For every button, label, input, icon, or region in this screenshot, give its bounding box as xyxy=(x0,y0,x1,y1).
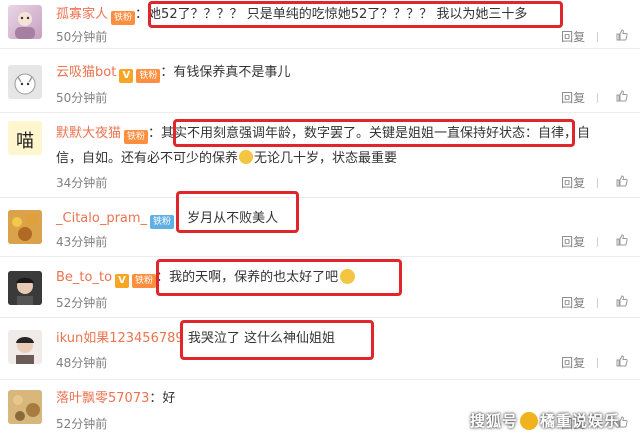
timestamp: 48分钟前 xyxy=(56,356,108,370)
fan-badge: 铁粉 xyxy=(136,69,161,83)
username[interactable]: 落叶飘零57073 xyxy=(56,391,149,406)
username[interactable]: Be_to_to xyxy=(56,270,112,285)
avatar[interactable] xyxy=(8,210,42,244)
like-icon[interactable] xyxy=(616,175,628,190)
comment-text-line3: 无论几十岁，状态最重要 xyxy=(254,151,398,166)
comment-text: 我哭泣了 这什么神仙姐姐 xyxy=(187,331,335,346)
comment-text: 其实不用刻意强调年龄，数字罢了。关键是姐姐一直保持好状态：自律，自 xyxy=(161,126,591,141)
avatar-image xyxy=(15,12,35,39)
comment-text: 她52了？？？？ 只是单纯的吃惊她52了？？？？ 我以为她三十多 xyxy=(148,7,528,22)
watermark-left: 搜狐号 xyxy=(469,412,518,430)
reply-link[interactable]: 回复 xyxy=(561,91,585,105)
colon: ： xyxy=(135,7,149,22)
avatar[interactable] xyxy=(8,5,42,39)
like-icon[interactable] xyxy=(616,295,628,310)
reply-link[interactable]: 回复 xyxy=(561,235,585,249)
avatar[interactable]: 喵 xyxy=(8,121,42,155)
colon: ： xyxy=(156,270,170,285)
avatar-image xyxy=(8,330,42,364)
like-icon[interactable] xyxy=(616,90,628,105)
avatar-image: 喵 xyxy=(8,121,42,155)
username[interactable]: 默默大夜猫 xyxy=(56,126,121,141)
avatar[interactable] xyxy=(8,65,42,99)
like-icon[interactable] xyxy=(616,355,628,370)
divider xyxy=(597,32,599,42)
timestamp: 50分钟前 xyxy=(56,91,108,105)
avatar-image xyxy=(8,271,42,305)
verified-badge: V xyxy=(119,69,134,83)
fan-badge: 铁粉 xyxy=(111,11,136,25)
divider xyxy=(597,178,599,188)
reply-link[interactable]: 回复 xyxy=(561,356,585,370)
colon: ： xyxy=(148,126,162,141)
avatar-image xyxy=(8,210,42,244)
avatar[interactable] xyxy=(8,330,42,364)
comment-item: 喵 默默大夜猫 铁粉 ：其实不用刻意强调年龄，数字罢了。关键是姐姐一直保持好状态：自… xyxy=(0,113,640,198)
like-icon[interactable] xyxy=(616,29,628,44)
divider xyxy=(597,237,599,247)
colon: ： xyxy=(174,211,188,226)
avatar-image xyxy=(8,65,42,99)
reply-link[interactable]: 回复 xyxy=(561,176,585,190)
comment-text: 好 xyxy=(162,391,176,406)
timestamp: 34分钟前 xyxy=(56,176,108,190)
timestamp: 43分钟前 xyxy=(56,235,108,249)
svg-text:喵: 喵 xyxy=(16,131,34,152)
watermark: 搜狐号 橘重说娱乐 xyxy=(470,410,620,431)
avatar[interactable] xyxy=(8,271,42,305)
colon: ： xyxy=(160,65,174,80)
fan-badge: 铁粉 xyxy=(124,130,149,144)
divider xyxy=(597,298,599,308)
username[interactable]: _Citalo_pram_ xyxy=(56,211,147,226)
reply-link[interactable]: 回复 xyxy=(561,30,585,44)
username[interactable]: 孤寡家人 xyxy=(56,7,108,22)
fan-badge: 铁粉 xyxy=(150,215,175,229)
emoji-icon xyxy=(340,269,356,284)
colon: ： xyxy=(149,391,163,406)
fan-badge: 铁粉 xyxy=(132,274,157,288)
comment-text: 有钱保养真不是事儿 xyxy=(173,65,291,80)
divider xyxy=(597,358,599,368)
divider xyxy=(597,93,599,103)
timestamp: 50分钟前 xyxy=(56,30,108,44)
comment-item: 云吸猫bot V 铁粉 ：有钱保养真不是事儿 50分钟前 回复 xyxy=(0,57,640,113)
timestamp: 52分钟前 xyxy=(56,417,108,431)
comment-item: ikun如果123456789 我哭泣了 这什么神仙姐姐 48分钟前 回复 xyxy=(0,318,640,380)
reply-link[interactable]: 回复 xyxy=(561,296,585,310)
logo-icon xyxy=(519,412,538,430)
comment-item: _Citalo_pram_ 铁粉 ：岁月从不败美人 43分钟前 回复 xyxy=(0,198,640,257)
avatar-image xyxy=(8,390,42,424)
comment-text-line2: 信，自如。还有必不可少的保养 xyxy=(56,151,239,166)
comment-item: Be_to_to V 铁粉 ：我的天啊，保养的也太好了吧 52分钟前 回复 xyxy=(0,257,640,318)
username[interactable]: 云吸猫bot xyxy=(56,65,116,80)
like-icon[interactable] xyxy=(616,234,628,249)
verified-badge: V xyxy=(115,274,130,288)
username[interactable]: ikun如果123456789 xyxy=(56,331,184,346)
timestamp: 52分钟前 xyxy=(56,296,108,310)
comment-text: 岁月从不败美人 xyxy=(187,211,279,226)
watermark-right: 橘重说娱乐 xyxy=(539,412,620,430)
comment-item: 孤寡家人 铁粉 ：她52了？？？？ 只是单纯的吃惊她52了？？？？ 我以为她三十多 … xyxy=(0,0,640,49)
comment-text: 我的天啊，保养的也太好了吧 xyxy=(169,270,339,285)
emoji-icon xyxy=(239,150,254,164)
avatar[interactable] xyxy=(8,390,42,424)
